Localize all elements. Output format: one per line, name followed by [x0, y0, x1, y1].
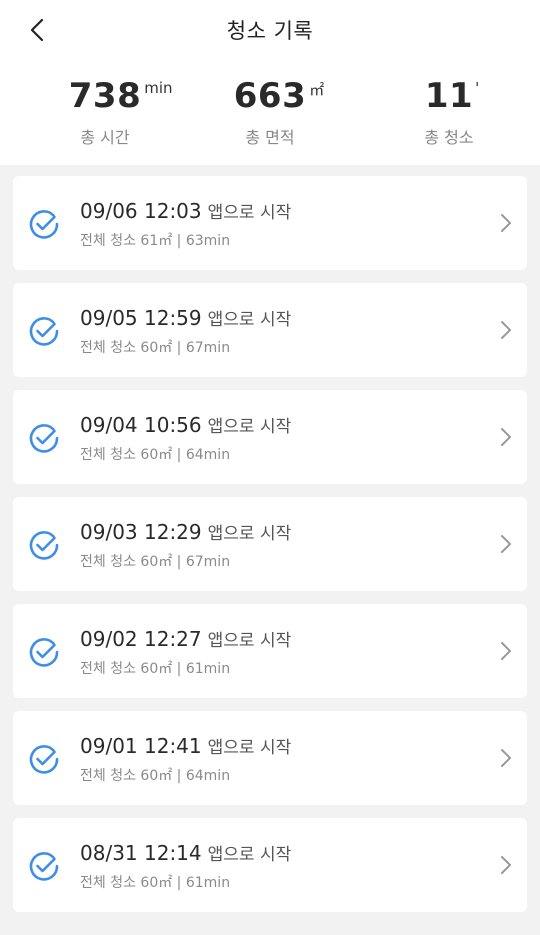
record-datetime: 09/01 12:41 — [80, 734, 202, 758]
check-circle-icon — [29, 638, 59, 667]
record-detail: 전체 청소 60㎡ | 64min — [80, 768, 231, 784]
chevron-right-icon — [501, 214, 511, 232]
record-datetime: 09/02 12:27 — [80, 627, 202, 651]
record-detail: 전체 청소 60㎡ | 64min — [80, 447, 231, 463]
check-circle-icon — [29, 745, 59, 774]
record-source: 앱으로 시작 — [207, 310, 292, 330]
record-source: 앱으로 시작 — [207, 845, 292, 865]
record-datetime: 09/04 10:56 — [80, 413, 202, 437]
chevron-right-icon — [501, 856, 511, 874]
stat-total-time: 738 min 총 시간 — [15, 76, 195, 148]
record-detail: 전체 청소 60㎡ | 67min — [80, 554, 231, 570]
record-source: 앱으로 시작 — [207, 203, 292, 223]
record-item[interactable]: 09/01 12:41 앱으로 시작 전체 청소 60㎡ | 64min — [13, 711, 527, 805]
check-circle-icon — [29, 852, 59, 881]
stat-unit: min — [144, 79, 173, 97]
record-source: 앱으로 시작 — [207, 738, 292, 758]
chevron-right-icon — [501, 321, 511, 339]
back-button[interactable] — [22, 14, 52, 46]
record-source: 앱으로 시작 — [207, 631, 292, 651]
record-source: 앱으로 시작 — [207, 417, 292, 437]
page-title: 청소 기록 — [226, 19, 314, 43]
chevron-left-icon — [30, 18, 44, 42]
record-item[interactable]: 09/03 12:29 앱으로 시작 전체 청소 60㎡ | 67min — [13, 497, 527, 591]
stat-total-cleanings: 11 ' 총 청소 — [359, 76, 539, 148]
stat-value: 663 — [233, 76, 307, 116]
chevron-right-icon — [501, 749, 511, 767]
check-circle-icon — [29, 531, 59, 560]
record-datetime: 09/06 12:03 — [80, 199, 202, 223]
stat-total-area: 663 ㎡ 총 면적 — [180, 76, 360, 148]
stat-label: 총 시간 — [80, 128, 130, 147]
stat-label: 총 면적 — [245, 128, 295, 147]
stat-unit: ㎡ — [309, 81, 325, 99]
stat-value: 11 — [424, 76, 474, 116]
record-item[interactable]: 09/05 12:59 앱으로 시작 전체 청소 60㎡ | 67min — [13, 283, 527, 377]
stats-summary: 738 min 총 시간 663 ㎡ 총 면적 11 ' 총 청소 — [0, 60, 540, 165]
header: 청소 기록 738 min 총 시간 663 ㎡ 총 면적 11 ' 총 청소 — [0, 0, 540, 165]
record-detail: 전체 청소 60㎡ | 61min — [80, 875, 231, 891]
check-circle-icon — [29, 424, 59, 453]
record-item[interactable]: 09/06 12:03 앱으로 시작 전체 청소 61㎡ | 63min — [13, 176, 527, 270]
stat-unit: ' — [475, 79, 480, 97]
record-source: 앱으로 시작 — [207, 524, 292, 544]
record-datetime: 09/05 12:59 — [80, 306, 202, 330]
record-detail: 전체 청소 61㎡ | 63min — [80, 233, 231, 249]
record-list: 09/06 12:03 앱으로 시작 전체 청소 61㎡ | 63min 09/0… — [13, 176, 527, 925]
chevron-right-icon — [501, 642, 511, 660]
chevron-right-icon — [501, 535, 511, 553]
chevron-right-icon — [501, 428, 511, 446]
nav-bar: 청소 기록 — [0, 0, 540, 60]
record-item[interactable]: 09/04 10:56 앱으로 시작 전체 청소 60㎡ | 64min — [13, 390, 527, 484]
record-item[interactable]: 09/02 12:27 앱으로 시작 전체 청소 60㎡ | 61min — [13, 604, 527, 698]
check-circle-icon — [29, 210, 59, 239]
check-circle-icon — [29, 317, 59, 346]
record-item[interactable]: 08/31 12:14 앱으로 시작 전체 청소 60㎡ | 61min — [13, 818, 527, 912]
record-datetime: 09/03 12:29 — [80, 520, 202, 544]
record-datetime: 08/31 12:14 — [80, 841, 202, 865]
record-detail: 전체 청소 60㎡ | 61min — [80, 661, 231, 677]
stat-label: 총 청소 — [424, 128, 474, 147]
stat-value: 738 — [68, 76, 142, 116]
record-detail: 전체 청소 60㎡ | 67min — [80, 340, 231, 356]
